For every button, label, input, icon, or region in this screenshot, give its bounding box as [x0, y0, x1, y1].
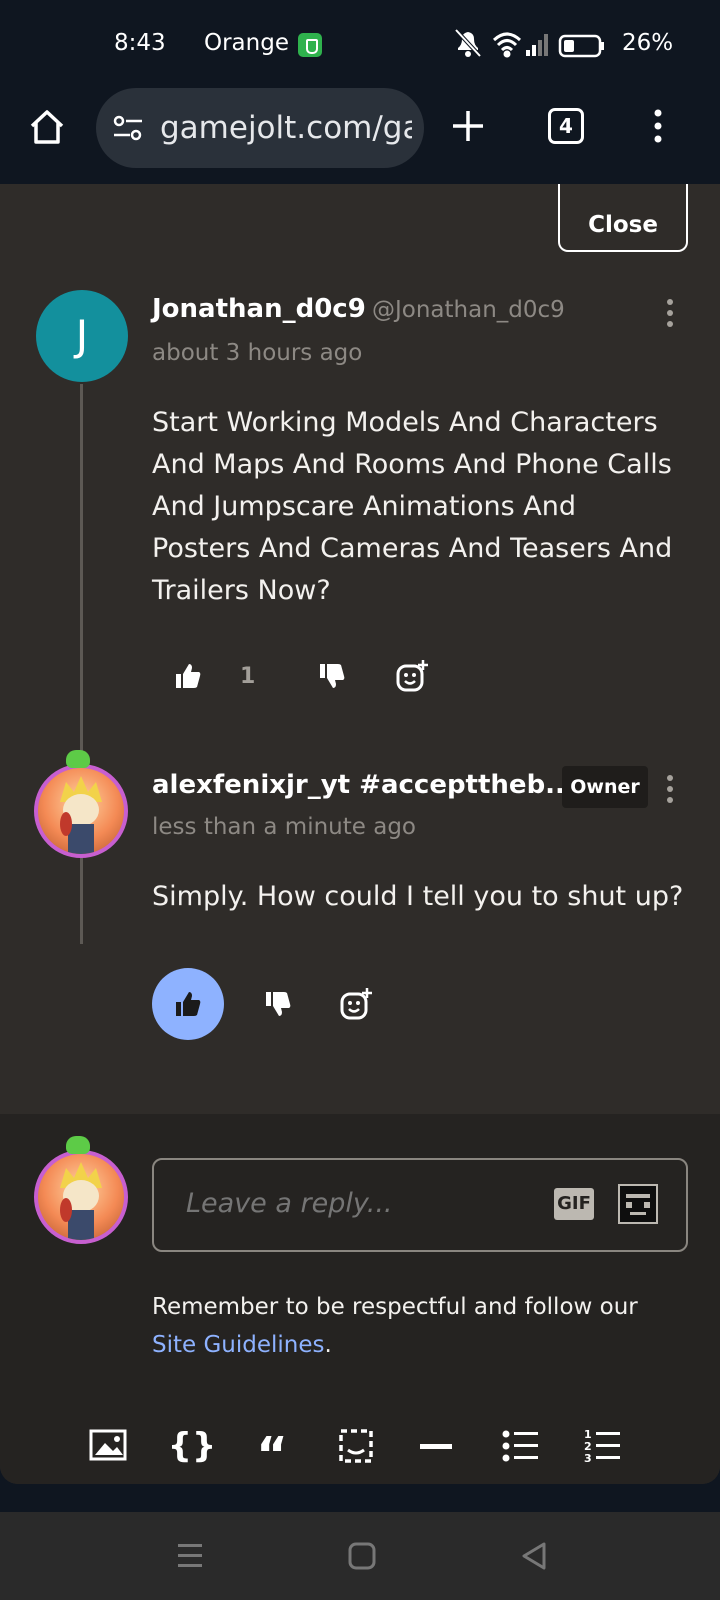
comment-timestamp[interactable]: about 3 hours ago — [152, 340, 362, 366]
browser-menu-icon[interactable] — [648, 108, 668, 144]
frog-badge-icon — [66, 750, 90, 768]
status-bar: 8:43 Orange 26% — [0, 0, 720, 88]
signal-icon — [526, 34, 548, 56]
close-button[interactable]: Close — [558, 184, 688, 252]
bullet-list-icon[interactable] — [494, 1420, 546, 1472]
guidelines-notice: Remember to be respectful and follow our… — [152, 1288, 672, 1364]
comment-username[interactable]: Jonathan_d0c9 — [152, 294, 366, 324]
guidelines-end: . — [324, 1332, 332, 1358]
avatar[interactable]: J — [36, 290, 128, 382]
tab-count: 4 — [559, 114, 573, 138]
svg-text:3: 3 — [584, 1452, 592, 1464]
carrier-name: Orange — [204, 30, 289, 56]
home-icon[interactable] — [28, 108, 66, 146]
reply-input[interactable] — [186, 1188, 526, 1219]
wifi-icon — [492, 32, 522, 58]
mute-bell-icon — [454, 28, 482, 58]
guidelines-text: Remember to be respectful and follow our — [152, 1294, 638, 1320]
spoiler-icon[interactable] — [330, 1420, 382, 1472]
thumbs-down-icon — [320, 664, 345, 688]
comment-username[interactable]: alexfenixjr_yt #accepttheb... — [152, 770, 575, 800]
clock: 8:43 — [114, 30, 166, 56]
thumbs-up-icon — [176, 992, 201, 1016]
like-button[interactable] — [162, 978, 214, 1030]
sticker-icon[interactable] — [618, 1184, 658, 1224]
home-nav-icon[interactable] — [342, 1536, 382, 1576]
status-icons — [454, 28, 604, 58]
thread-line — [80, 384, 83, 944]
dislike-button[interactable] — [252, 978, 304, 1030]
battery-icon — [558, 34, 604, 58]
current-user-avatar — [34, 1150, 128, 1244]
back-icon[interactable] — [514, 1536, 554, 1576]
comment-timestamp[interactable]: less than a minute ago — [152, 814, 416, 840]
comment-body: Simply. How could I tell you to shut up? — [152, 881, 684, 912]
editor-toolbar: {} “ 1 2 3 — [0, 1420, 720, 1500]
address-bar[interactable]: gamejolt.com/gai — [96, 88, 424, 168]
gif-button[interactable]: GIF — [554, 1188, 594, 1220]
site-guidelines-link[interactable]: Site Guidelines — [152, 1332, 325, 1358]
like-button[interactable] — [162, 650, 214, 702]
owner-badge: Owner — [562, 766, 648, 808]
thumbs-down-icon — [266, 992, 291, 1016]
tab-switcher-button[interactable]: 4 — [548, 108, 584, 144]
divider-icon[interactable] — [410, 1420, 462, 1472]
system-navigation-bar — [0, 1512, 720, 1600]
avatar-image — [60, 776, 102, 854]
frog-badge-icon — [66, 1136, 90, 1154]
more-options-icon[interactable] — [660, 772, 680, 808]
new-tab-icon[interactable] — [450, 108, 486, 144]
numbered-list-icon[interactable]: 1 2 3 — [576, 1420, 628, 1472]
site-settings-icon[interactable] — [112, 112, 144, 144]
code-icon[interactable]: {} — [166, 1420, 218, 1472]
browser-toolbar: gamejolt.com/gai 4 — [0, 88, 720, 184]
add-reaction-button[interactable] — [330, 978, 382, 1030]
dislike-button[interactable] — [306, 650, 358, 702]
comment-handle[interactable]: @Jonathan_d0c9 — [372, 297, 565, 323]
comment-thread-panel: Close J Jonathan_d0c9 @Jonathan_d0c9 abo… — [0, 184, 720, 1484]
add-reaction-button[interactable] — [386, 650, 438, 702]
thumbs-up-icon — [176, 664, 201, 688]
avatar[interactable] — [34, 764, 128, 858]
quote-icon[interactable]: “ — [246, 1420, 298, 1483]
comment-body: Start Working Models And Characters And … — [152, 407, 673, 606]
more-options-icon[interactable] — [660, 296, 680, 332]
add-emoji-icon — [396, 660, 428, 692]
image-icon[interactable] — [84, 1420, 136, 1472]
recents-icon[interactable] — [170, 1536, 210, 1576]
url-text: gamejolt.com/gai — [160, 110, 412, 146]
battery-percent: 26% — [622, 30, 674, 56]
reply-box[interactable]: GIF — [152, 1158, 688, 1252]
vpn-shield-icon — [298, 33, 322, 57]
avatar-image — [60, 1162, 102, 1240]
sticker-glyph — [626, 1194, 650, 1215]
add-emoji-icon — [340, 988, 372, 1020]
like-count[interactable]: 1 — [240, 664, 255, 689]
